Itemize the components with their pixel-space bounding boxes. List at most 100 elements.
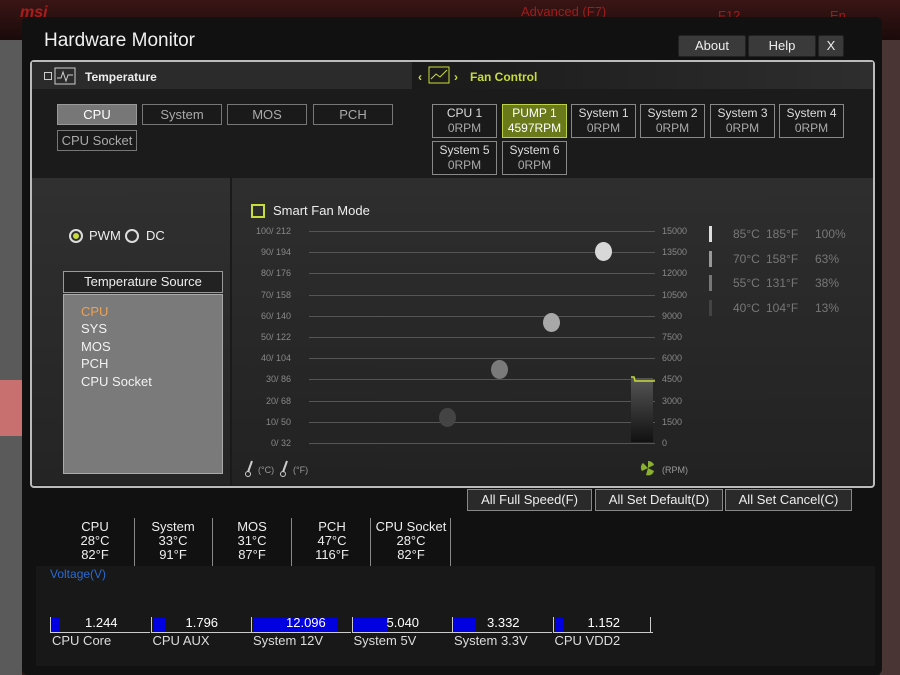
voltage-value: 12.096	[286, 615, 326, 630]
rpm-axis-label: 10500	[662, 290, 688, 300]
curve-point-70c[interactable]	[543, 313, 560, 332]
tab-mos[interactable]: MOS	[227, 104, 307, 125]
temp-axis-label: 90/ 194	[260, 247, 291, 257]
legend-fahrenheit: 104°F	[766, 300, 799, 315]
temp-readout-mos: MOS 31°C 87°F	[222, 520, 282, 562]
rpm-axis-label: 4500	[662, 374, 683, 384]
temp-f: 91°F	[159, 547, 187, 562]
smart-fan-checkbox[interactable]	[251, 204, 265, 218]
grid-line	[309, 295, 655, 296]
fan-name: System 6	[509, 143, 560, 157]
voltage-label: CPU VDD2	[554, 633, 621, 648]
grid-line	[309, 231, 655, 232]
rpm-axis-label: 7500	[662, 332, 683, 342]
collapse-icon[interactable]	[44, 72, 52, 80]
source-item-mos[interactable]: MOS	[81, 339, 111, 354]
fan-control-title: Fan Control	[470, 70, 538, 84]
voltage-label: System 3.3V	[454, 633, 528, 648]
rpm-unit: (RPM)	[662, 465, 688, 475]
window-title: Hardware Monitor	[44, 30, 195, 51]
thermometer-icon	[280, 460, 288, 477]
source-item-cpu-socket[interactable]: CPU Socket	[81, 374, 152, 389]
about-button[interactable]: About	[678, 35, 746, 57]
voltage-label: CPU AUX	[152, 633, 210, 648]
temp-name: PCH	[318, 519, 346, 534]
grid-line	[309, 358, 655, 359]
curve-point-85c[interactable]	[595, 242, 612, 261]
curve-point-40c[interactable]	[439, 408, 456, 427]
fan-name: System 4	[786, 106, 837, 120]
fan-tile-system2[interactable]: System 2 0RPM	[640, 104, 705, 138]
temp-f: 87°F	[238, 547, 266, 562]
curve-point-55c[interactable]	[491, 360, 508, 379]
dc-radio[interactable]	[125, 229, 139, 243]
tab-cpu[interactable]: CPU	[57, 104, 137, 125]
help-button[interactable]: Help	[748, 35, 816, 57]
temp-axis-label: 30/ 86	[265, 374, 291, 384]
pwm-radio[interactable]	[69, 229, 83, 243]
bios-background-left	[0, 40, 22, 675]
temp-f: 82°F	[81, 547, 109, 562]
temp-axis-label: 10/ 50	[265, 417, 291, 427]
fan-tile-system1[interactable]: System 1 0RPM	[571, 104, 636, 138]
fan-tile-system3[interactable]: System 3 0RPM	[710, 104, 775, 138]
grid-line	[309, 337, 655, 338]
grid-line	[309, 379, 655, 380]
tab-cpu-socket[interactable]: CPU Socket	[57, 130, 137, 151]
all-set-cancel-button[interactable]: All Set Cancel(C)	[725, 489, 852, 511]
temp-readout-cpu: CPU 28°C 82°F	[65, 520, 125, 562]
voltage-bar	[52, 618, 60, 631]
legend-marker	[709, 275, 712, 291]
rpm-axis-label: 0	[662, 438, 668, 448]
pwm-label: PWM	[89, 228, 121, 243]
current-rpm-marker	[631, 376, 655, 382]
voltage-title: Voltage(V)	[50, 567, 107, 581]
tab-pch[interactable]: PCH	[313, 104, 393, 125]
temp-axis-label: 70/ 158	[260, 290, 291, 300]
source-item-sys[interactable]: SYS	[81, 321, 107, 336]
temp-axis-label: 100/ 212	[255, 226, 291, 236]
legend-fahrenheit: 158°F	[766, 251, 799, 266]
legend-percent: 13%	[815, 300, 840, 315]
temp-axis-label: 60/ 140	[260, 311, 291, 321]
readout-divider	[450, 518, 451, 566]
all-full-speed-button[interactable]: All Full Speed(F)	[467, 489, 592, 511]
bios-background-right	[880, 40, 900, 675]
fan-name: PUMP 1	[512, 106, 557, 120]
fahrenheit-unit: (°F)	[293, 465, 309, 475]
legend-fahrenheit: 131°F	[766, 276, 799, 290]
voltage-bar	[353, 618, 388, 631]
temp-readout-cpu-socket: CPU Socket 28°C 82°F	[375, 520, 447, 562]
grid-line	[309, 401, 655, 402]
fan-tile-system4[interactable]: System 4 0RPM	[779, 104, 844, 138]
fan-rpm: 0RPM	[794, 121, 829, 135]
source-item-pch[interactable]: PCH	[81, 356, 108, 371]
temp-axis-label: 40/ 104	[260, 353, 291, 363]
legend-celsius: 40°C	[733, 300, 760, 315]
source-item-cpu[interactable]: CPU	[81, 304, 108, 319]
legend-celsius: 55°C	[733, 276, 760, 290]
legend-marker	[709, 226, 712, 242]
rpm-axis-label: 15000	[662, 226, 688, 236]
fan-tile-cpu1[interactable]: CPU 1 0RPM	[432, 104, 497, 138]
fan-tile-system5[interactable]: System 5 0RPM	[432, 141, 497, 175]
voltage-label: System 5V	[353, 633, 417, 648]
temp-c: 31°C	[237, 533, 267, 548]
temp-name: System	[151, 519, 195, 534]
close-button[interactable]: X	[818, 35, 844, 57]
all-set-default-button[interactable]: All Set Default(D)	[595, 489, 723, 511]
legend-celsius: 70°C	[733, 251, 760, 266]
fan-name: System 3	[717, 106, 768, 120]
temp-axis-label: 0/ 32	[270, 438, 291, 448]
dc-label: DC	[146, 228, 165, 243]
fan-next-arrow-icon[interactable]: ›	[454, 70, 458, 84]
temp-c: 28°C	[396, 533, 426, 548]
fan-tile-system6[interactable]: System 6 0RPM	[502, 141, 567, 175]
temp-axis-label: 80/ 176	[260, 268, 291, 278]
fan-prev-arrow-icon[interactable]: ‹	[418, 70, 422, 84]
tab-system[interactable]: System	[142, 104, 222, 125]
fan-rpm: 0RPM	[447, 158, 482, 172]
fan-tile-pump1[interactable]: PUMP 1 4597RPM	[502, 104, 567, 138]
fan-name: System 2	[647, 106, 698, 120]
bios-background-marker	[0, 380, 22, 436]
